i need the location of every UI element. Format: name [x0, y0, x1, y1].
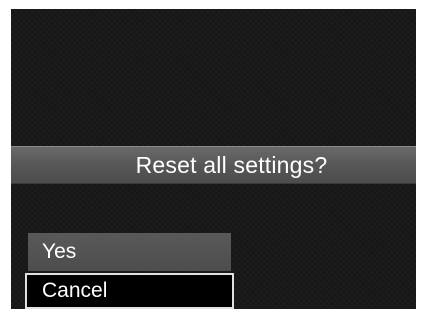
- yes-option[interactable]: Yes: [28, 233, 231, 271]
- cancel-option-label: Cancel: [42, 279, 108, 302]
- camera-lcd-screen: Reset all settings? Yes Cancel: [11, 9, 416, 309]
- dialog-title-bar: Reset all settings?: [11, 146, 416, 184]
- cancel-option[interactable]: Cancel: [25, 273, 234, 309]
- yes-option-label: Yes: [42, 240, 77, 263]
- dialog-title: Reset all settings?: [135, 151, 328, 178]
